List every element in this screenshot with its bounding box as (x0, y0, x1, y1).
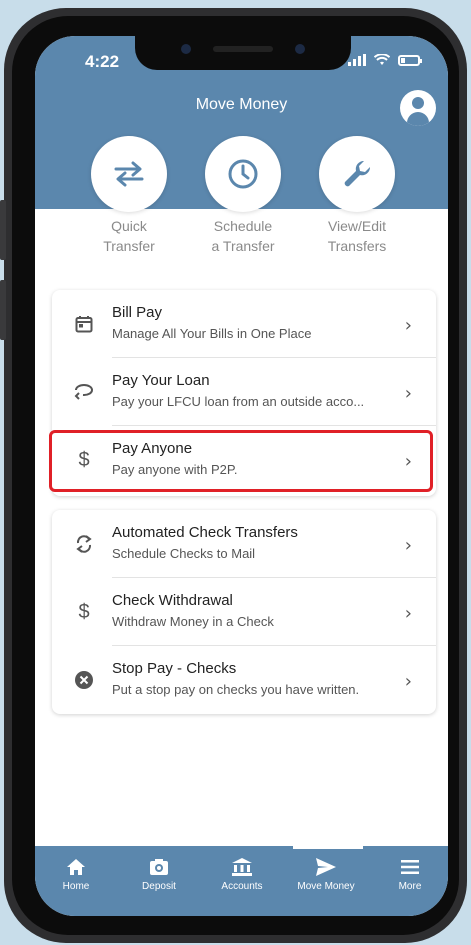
tab-label: More (398, 881, 422, 892)
camera-icon (118, 856, 200, 878)
row-subtitle: Withdraw Money in a Check (112, 614, 274, 629)
tab-move-money[interactable]: Move Money (285, 846, 367, 906)
chevron-right-icon: › (404, 383, 412, 404)
automated-check-transfers-row[interactable]: Automated Check Transfers Schedule Check… (52, 510, 436, 578)
tab-accounts[interactable]: Accounts (201, 846, 283, 906)
swap-arrows-icon (114, 161, 144, 187)
quick-transfer-label: Quick Transfer (103, 218, 155, 254)
view-edit-transfers-button[interactable] (319, 136, 395, 212)
volume-down-button (0, 280, 6, 340)
page-title: Move Money (195, 96, 288, 113)
status-time: 4:22 (85, 52, 120, 71)
pay-your-loan-row[interactable]: Pay Your Loan Pay your LFCU loan from an… (52, 358, 436, 426)
row-title: Pay Your Loan (112, 372, 210, 389)
profile-icon[interactable] (400, 90, 436, 126)
clock-icon (228, 159, 258, 189)
chevron-right-icon: › (404, 315, 412, 336)
wrench-icon (344, 160, 371, 187)
bank-icon (201, 856, 283, 878)
wifi-icon (374, 54, 390, 65)
signal-icon (348, 54, 366, 66)
tab-more[interactable]: More (369, 846, 448, 906)
app-screen: 4:22 Move Money Quick Transfer Schedule … (35, 36, 448, 916)
battery-icon (398, 54, 422, 66)
tab-home[interactable]: Home (35, 846, 117, 906)
view-edit-transfers-label: View/Edit Transfers (327, 218, 387, 254)
phone-notch (135, 36, 351, 70)
dollar-icon: $ (78, 600, 90, 623)
row-title: Automated Check Transfers (112, 524, 298, 541)
row-title: Check Withdrawal (112, 592, 233, 609)
chevron-right-icon: › (404, 535, 412, 556)
schedule-transfer-label: Schedule a Transfer (211, 218, 275, 254)
pay-anyone-highlight (49, 430, 433, 492)
home-icon (35, 856, 117, 878)
speaker-grille (213, 46, 273, 52)
quick-transfer-button[interactable] (91, 136, 167, 212)
schedule-transfer-button[interactable] (205, 136, 281, 212)
bill-pay-row[interactable]: Bill Pay Manage All Your Bills in One Pl… (52, 290, 436, 358)
volume-up-button (0, 200, 6, 260)
row-subtitle: Pay your LFCU loan from an outside acco.… (112, 394, 365, 409)
send-icon (285, 856, 367, 878)
chevron-right-icon: › (404, 671, 412, 692)
status-icons (348, 54, 422, 66)
tab-label: Home (62, 881, 90, 892)
chevron-right-icon: › (404, 603, 412, 624)
tab-deposit[interactable]: Deposit (118, 846, 200, 906)
tab-label: Deposit (142, 881, 176, 892)
cancel-circle-icon (72, 668, 96, 692)
sensor-dot (295, 44, 305, 54)
stop-pay-checks-row[interactable]: Stop Pay - Checks Put a stop pay on chec… (52, 646, 436, 714)
tab-label: Move Money (297, 881, 355, 892)
row-title: Bill Pay (112, 304, 163, 321)
row-title: Stop Pay - Checks (112, 660, 237, 677)
tab-label: Accounts (221, 881, 263, 892)
tab-bar: Home Deposit Accounts Move Money More (35, 846, 448, 916)
checks-card: Automated Check Transfers Schedule Check… (52, 510, 436, 714)
row-subtitle: Manage All Your Bills in One Place (112, 326, 312, 341)
menu-icon (369, 856, 448, 878)
row-subtitle: Put a stop pay on checks you have writte… (112, 682, 360, 697)
row-subtitle: Schedule Checks to Mail (112, 546, 256, 561)
check-withdrawal-row[interactable]: $ Check Withdrawal Withdraw Money in a C… (52, 578, 436, 646)
refresh-icon (72, 532, 96, 556)
loan-hand-icon (72, 380, 96, 404)
camera-dot (181, 44, 191, 54)
calendar-icon (72, 312, 96, 336)
